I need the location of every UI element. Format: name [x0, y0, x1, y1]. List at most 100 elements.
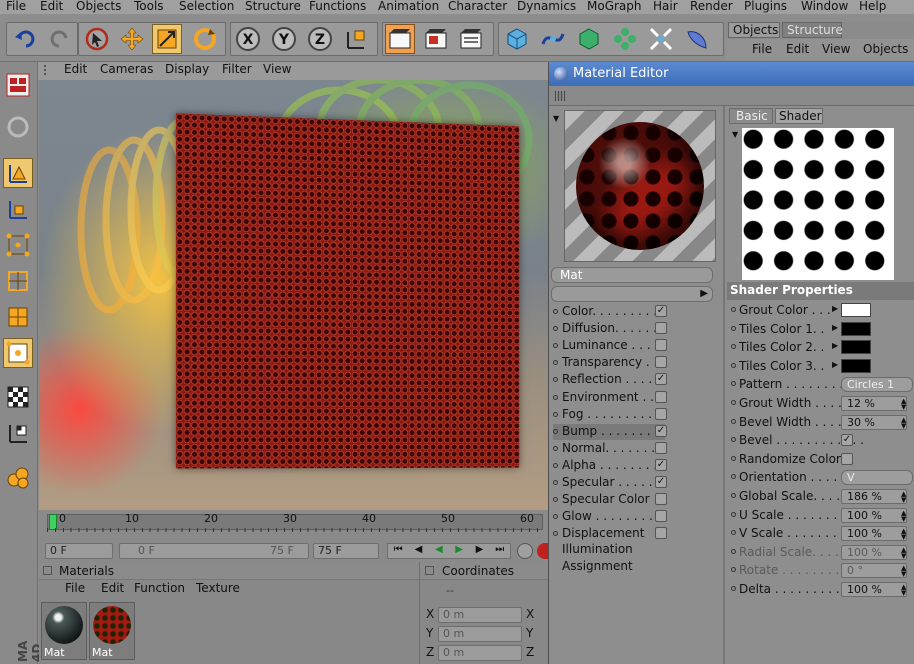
go-to-start-icon[interactable]: ⏮ [388, 544, 408, 558]
select-live-icon[interactable] [82, 24, 112, 54]
property-number-field[interactable]: 12 % [841, 396, 907, 411]
next-key-icon[interactable]: ▶ [469, 544, 489, 558]
materials-menu-texture[interactable]: Texture [196, 581, 240, 595]
move-icon[interactable] [117, 24, 147, 54]
property-number-field[interactable]: 186 % [841, 489, 907, 504]
color-swatch[interactable] [841, 322, 871, 336]
sculpt-icon[interactable] [3, 462, 33, 492]
property-number-field[interactable]: 100 % [841, 545, 907, 560]
go-to-end-icon[interactable]: ⏭ [490, 544, 510, 558]
expand-arrow-icon[interactable]: ▶ [832, 304, 838, 313]
channel-checkbox[interactable]: ✓ [655, 476, 667, 488]
viewport-grip-icon[interactable] [44, 65, 52, 75]
deformer-icon[interactable] [646, 24, 676, 54]
undo-icon[interactable] [11, 24, 41, 54]
viewport-menu-filter[interactable]: Filter [222, 62, 252, 76]
menu-window[interactable]: Window [801, 0, 848, 13]
stepper-arrows-icon[interactable]: ▲ ▼ [901, 547, 906, 559]
property-number-field[interactable]: 0 ° [841, 563, 907, 578]
texture-axis-icon[interactable] [3, 382, 33, 412]
stepper-arrows-icon[interactable]: ▲ ▼ [901, 584, 906, 596]
scale-icon[interactable] [152, 24, 182, 54]
record-keys-icon[interactable] [517, 543, 533, 559]
object-mode-icon[interactable] [3, 194, 33, 224]
materials-menu-file[interactable]: File [65, 581, 85, 595]
expand-arrow-icon[interactable]: ▶ [832, 360, 838, 369]
channel-checkbox[interactable] [655, 408, 667, 420]
texture-mode-icon[interactable] [3, 338, 33, 368]
channel-normal[interactable]: Normal. . . . . . . . [553, 441, 665, 457]
frame-range-slider[interactable]: 0 F 75 F [119, 543, 309, 559]
property-number-field[interactable]: 100 % [841, 526, 907, 541]
property-dropdown[interactable]: Circles 1 [841, 377, 913, 392]
position-x-field[interactable]: 0 m [438, 607, 522, 623]
menu-animation[interactable]: Animation [378, 0, 439, 13]
menu-structure[interactable]: Structure [245, 0, 301, 13]
tab-structure[interactable]: Structure [782, 22, 842, 38]
stepper-arrows-icon[interactable]: ▲ ▼ [901, 398, 906, 410]
coordinate-system-icon[interactable] [341, 24, 371, 54]
cube-icon[interactable] [502, 24, 532, 54]
material-editor-titlebar[interactable]: Material Editor [549, 62, 914, 86]
preview-menu-arrow-icon[interactable]: ▼ [553, 114, 561, 122]
material-thumbnail[interactable]: Mat [89, 602, 135, 660]
menu-mograph[interactable]: MoGraph [587, 0, 642, 13]
menu-tools[interactable]: Tools [134, 0, 164, 13]
property-dropdown[interactable]: V [841, 470, 913, 485]
stepper-arrows-icon[interactable]: ▲ ▼ [901, 417, 906, 429]
polygon-mode-icon[interactable] [3, 302, 33, 332]
panel-toggle-icon[interactable] [425, 566, 434, 575]
property-checkbox[interactable]: ✓ [841, 434, 853, 446]
color-swatch[interactable] [841, 303, 871, 317]
edge-mode-icon[interactable] [3, 266, 33, 296]
property-number-field[interactable]: 100 % [841, 582, 907, 597]
material-thumbnail[interactable]: Mat [41, 602, 87, 660]
channel-alpha[interactable]: Alpha . . . . . . . . ✓ [553, 458, 665, 474]
channel-checkbox[interactable]: ✓ [655, 373, 667, 385]
channel-bump[interactable]: Bump . . . . . . . . ✓ [553, 424, 665, 440]
play-forward-icon[interactable]: ▶ [449, 544, 469, 558]
materials-menu-function[interactable]: Function [134, 581, 185, 595]
stepper-arrows-icon[interactable]: ▲ ▼ [901, 510, 906, 522]
shader-preview-arrow-icon[interactable]: ▼ [732, 130, 738, 139]
channel-checkbox[interactable]: ✓ [655, 305, 667, 317]
color-swatch[interactable] [841, 359, 871, 373]
channel-specular[interactable]: Specular . . . . . . ✓ [553, 475, 665, 491]
y-axis-icon[interactable]: Y [269, 24, 299, 54]
material-name-field[interactable]: Mat [551, 267, 713, 283]
materials-menu-edit[interactable]: Edit [101, 581, 124, 595]
menu-plugins[interactable]: Plugins [744, 0, 787, 13]
point-mode-icon[interactable] [3, 230, 33, 260]
menu-render[interactable]: Render [690, 0, 733, 13]
timeline-ruler[interactable]: 0 10 20 30 40 50 60 [39, 510, 548, 540]
channel-color[interactable]: Color. . . . . . . . . ✓ [553, 304, 665, 320]
menu-objects[interactable]: Objects [76, 0, 121, 13]
material-editor-scrollbar[interactable]: ▶ [551, 286, 713, 302]
viewport-menu-display[interactable]: Display [165, 62, 209, 76]
objects-menu-file[interactable]: File [752, 42, 772, 56]
tab-basic[interactable]: Basic [729, 108, 773, 124]
viewport-menu-cameras[interactable]: Cameras [100, 62, 153, 76]
nurbs-icon[interactable] [574, 24, 604, 54]
panel-toggle-icon[interactable] [43, 566, 52, 575]
z-axis-icon[interactable]: Z [305, 24, 335, 54]
render-picture-viewer-icon[interactable] [421, 24, 451, 54]
viewport-menu-view[interactable]: View [263, 62, 291, 76]
channel-glow[interactable]: Glow . . . . . . . . . [553, 509, 665, 525]
menu-character[interactable]: Character [448, 0, 507, 13]
property-number-field[interactable]: 30 % [841, 415, 907, 430]
channel-environment[interactable]: Environment . . . [553, 390, 665, 406]
autokey-icon[interactable] [537, 543, 548, 559]
channel-checkbox[interactable] [655, 510, 667, 522]
make-editable-icon[interactable] [3, 112, 33, 142]
scroll-arrow-icon[interactable]: ▶ [700, 288, 708, 299]
illumination-item[interactable]: Illumination [562, 542, 633, 556]
channel-diffusion[interactable]: Diffusion. . . . . . [553, 321, 665, 337]
objects-menu-view[interactable]: View [822, 42, 850, 56]
x-axis-icon[interactable]: X [233, 24, 263, 54]
channel-checkbox[interactable] [655, 339, 667, 351]
channel-transparency[interactable]: Transparency . . [553, 355, 665, 371]
menu-hair[interactable]: Hair [653, 0, 678, 13]
channel-checkbox[interactable] [655, 442, 667, 454]
stepper-arrows-icon[interactable]: ▲ ▼ [901, 491, 906, 503]
